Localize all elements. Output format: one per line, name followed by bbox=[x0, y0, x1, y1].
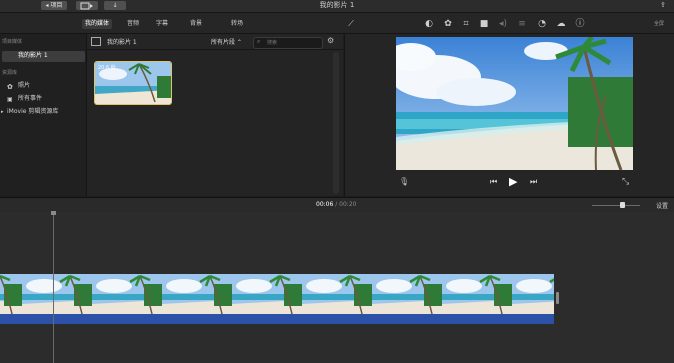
sidebar-toggle-icon[interactable] bbox=[91, 37, 101, 46]
search-icon: ⌕ bbox=[257, 38, 261, 45]
color-balance-icon[interactable]: ◐ bbox=[423, 18, 435, 30]
playhead[interactable] bbox=[53, 212, 54, 363]
playhead-handle[interactable] bbox=[51, 211, 56, 215]
expand-icon[interactable]: ⤡ bbox=[622, 177, 629, 187]
crop-icon[interactable]: ⌗ bbox=[460, 18, 472, 30]
media-browser bbox=[87, 34, 343, 196]
disclosure-triangle-icon[interactable]: ▸ bbox=[1, 109, 4, 115]
skip-back-icon[interactable]: ⏮︎ bbox=[490, 177, 497, 187]
total-time: 00:20 bbox=[339, 201, 357, 208]
zoom-slider[interactable] bbox=[592, 205, 640, 206]
search-placeholder: 搜索 bbox=[267, 40, 278, 46]
clip-duration: 20.6 秒 bbox=[98, 65, 116, 71]
play-icon[interactable]: ▶ bbox=[509, 175, 517, 188]
microphone-icon[interactable]: 🎙︎ bbox=[399, 177, 409, 186]
window-title: 我的影片 1 bbox=[319, 1, 355, 9]
browser-scrollbar[interactable] bbox=[333, 52, 339, 194]
video-preview[interactable] bbox=[396, 37, 633, 170]
tab-audio[interactable]: 音频 bbox=[124, 19, 142, 29]
sidebar-item-library[interactable]: iMovie 剪辑资源库 bbox=[7, 107, 58, 117]
clip-filter-dropdown[interactable]: 所有片段 ⌃ bbox=[211, 37, 242, 46]
info-icon[interactable]: ⓘ bbox=[574, 18, 586, 30]
fullscreen-label[interactable]: 全屏 bbox=[654, 20, 664, 27]
settings-gear-icon[interactable]: ⚙ bbox=[327, 36, 334, 45]
share-icon[interactable]: ⇪ bbox=[660, 1, 670, 10]
equalizer-icon[interactable]: ≡ bbox=[516, 18, 528, 30]
tab-transitions[interactable]: 转场 bbox=[228, 19, 246, 29]
sidebar-item-all-events[interactable]: 所有事件 bbox=[18, 94, 42, 104]
browser-title: 我的影片 1 bbox=[107, 39, 137, 46]
volume-icon[interactable]: ◂) bbox=[497, 18, 509, 30]
project-media-heading: 项目媒体 bbox=[2, 39, 23, 45]
noise-reduction-icon[interactable]: ☁ bbox=[555, 18, 567, 30]
timeline-clip[interactable] bbox=[0, 274, 554, 314]
sidebar-item-movie[interactable]: 我的影片 1 bbox=[18, 51, 48, 61]
libraries-heading: 资源库 bbox=[2, 70, 18, 76]
timeline-header: 00:06 / 00:20 设置 bbox=[0, 197, 674, 213]
tab-my-media[interactable]: 我的媒体 bbox=[82, 19, 113, 29]
color-palette-icon[interactable]: ✿ bbox=[442, 18, 454, 30]
filmstrip bbox=[0, 274, 554, 314]
tab-backgrounds[interactable]: 背景 bbox=[187, 19, 205, 29]
time-separator: / bbox=[335, 201, 338, 208]
tab-titles[interactable]: 字幕 bbox=[153, 19, 171, 29]
stabilization-icon[interactable]: ■ bbox=[478, 18, 490, 30]
magic-wand-icon[interactable]: ⟋ bbox=[345, 18, 357, 30]
media-clip[interactable]: 20.6 秒 bbox=[94, 61, 172, 105]
timecode: 00:06 / 00:20 bbox=[316, 201, 356, 208]
sidebar-item-photos[interactable]: 照片 bbox=[18, 81, 30, 91]
toolbar: 我的媒体 音频 字幕 背景 转场 ⟋ ◐ ✿ ⌗ ■ ◂) ≡ ◔ ☁ ⓘ 全屏 bbox=[0, 13, 674, 34]
title-bar: ◂ 项目 ↓ 我的影片 1 ⇪ bbox=[0, 0, 674, 13]
zoom-slider-knob[interactable] bbox=[620, 202, 625, 208]
library-sidebar: 项目媒体 我的影片 1 资源库 ✿ 照片 ▣ 所有事件 ▸ iMovie 剪辑资… bbox=[0, 34, 87, 196]
beach-scene bbox=[396, 37, 633, 170]
search-field[interactable]: ⌕ 搜索 bbox=[253, 37, 323, 49]
audio-track[interactable] bbox=[0, 314, 554, 324]
photos-icon: ✿ bbox=[7, 83, 13, 91]
speed-icon[interactable]: ◔ bbox=[536, 18, 548, 30]
clip-trim-handle[interactable] bbox=[556, 292, 559, 304]
current-time: 00:06 bbox=[316, 201, 334, 208]
skip-forward-icon[interactable]: ⏭︎ bbox=[530, 177, 537, 187]
timeline-settings-button[interactable]: 设置 bbox=[656, 201, 668, 210]
events-icon: ▣ bbox=[7, 96, 13, 103]
